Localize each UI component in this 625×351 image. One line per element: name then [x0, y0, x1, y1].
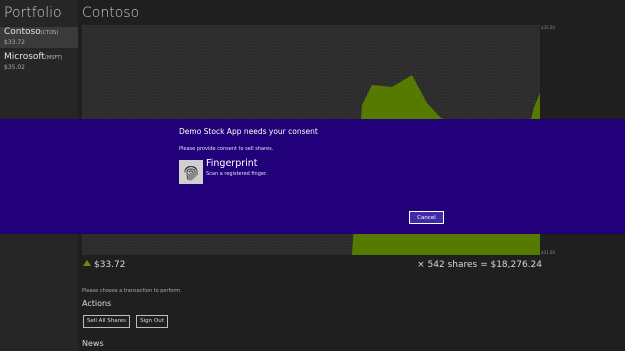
axis-label-bottom: $31.00 [541, 250, 555, 255]
consent-dialog: Demo Stock App needs your consent Please… [0, 119, 625, 234]
fingerprint-icon [179, 160, 203, 184]
up-arrow-icon [83, 260, 91, 266]
fingerprint-description: Scan a registered finger. [206, 171, 268, 177]
dialog-title: Demo Stock App needs your consent [179, 127, 318, 136]
actions-heading: Actions [82, 299, 112, 308]
stock-item-microsoft[interactable]: Microsoft(MSFT) $35.02 [0, 52, 78, 73]
fingerprint-option[interactable]: Fingerprint Scan a registered finger. [179, 158, 299, 184]
axis-label-top: $35.00 [541, 25, 555, 30]
stock-item-contoso[interactable]: Contoso(CTOS) $33.72 [0, 27, 78, 48]
sign-out-button[interactable]: Sign Out [136, 315, 168, 328]
sidebar-title: Portfolio [4, 5, 62, 21]
stock-name: Contoso(CTOS) [4, 27, 59, 37]
current-price: $33.72 [83, 260, 126, 270]
stock-price: $35.02 [4, 64, 25, 71]
stock-ticker: (CTOS) [40, 30, 59, 36]
stock-price: $33.72 [4, 39, 25, 46]
holdings-value: × 542 shares = $18,276.24 [417, 260, 542, 270]
transaction-hint: Please choose a transaction to perform. [82, 288, 182, 294]
cancel-button[interactable]: Cancel [409, 211, 444, 224]
news-heading: News [82, 339, 104, 348]
stock-name: Microsoft(MSFT) [4, 52, 63, 62]
stock-ticker: (MSFT) [44, 55, 63, 61]
sell-all-shares-button[interactable]: Sell All Shares [83, 315, 130, 328]
stock-title: Contoso [82, 5, 140, 21]
stock-app-window: Portfolio Contoso(CTOS) $33.72 Microsoft… [0, 0, 625, 351]
dialog-message: Please provide consent to sell shares. [179, 146, 274, 152]
fingerprint-label: Fingerprint [206, 158, 258, 169]
